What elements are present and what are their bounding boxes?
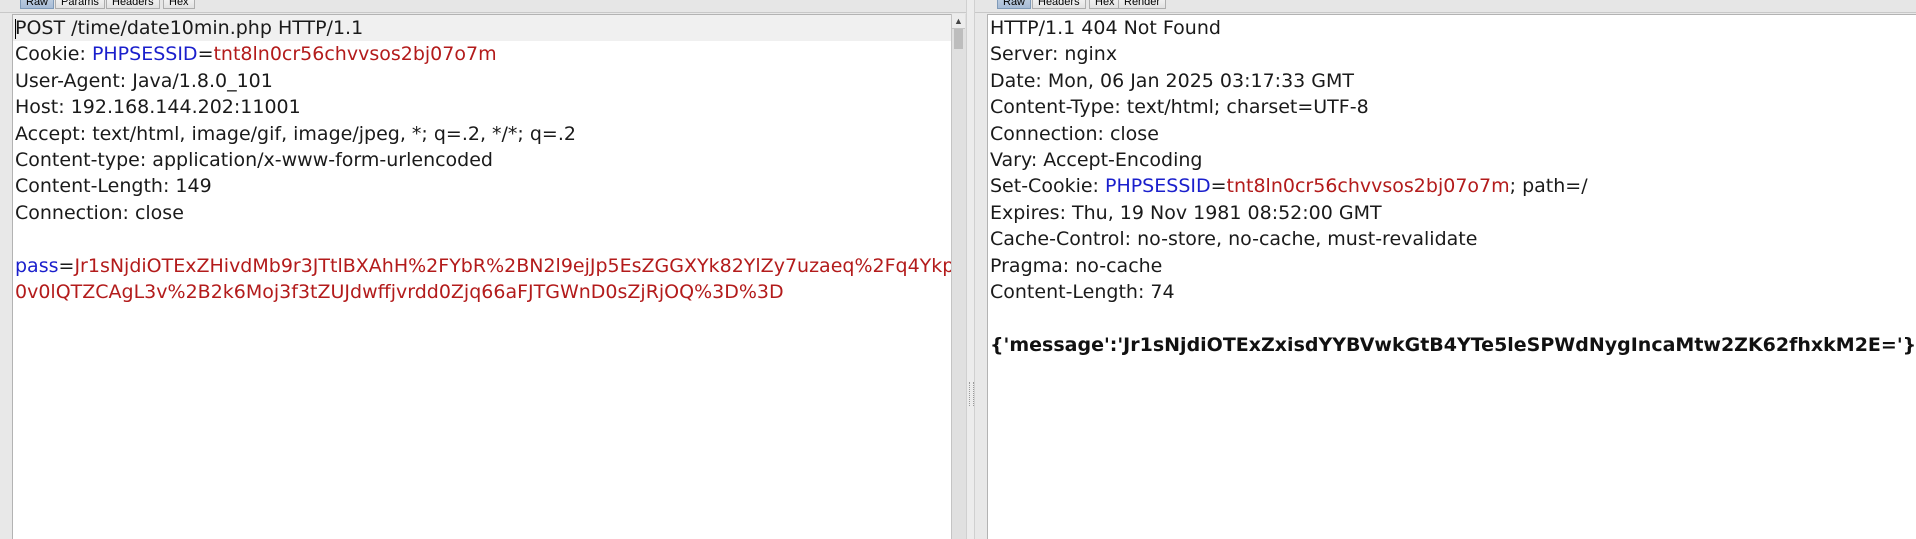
request-tab-bar: Raw Params Headers Hex [0, 0, 966, 13]
request-header: Host: 192.168.144.202:11001 [15, 96, 301, 119]
request-body-line-1: pass=Jr1sNjdiOTExZHivdMb9r3JTtlBXAhH%2FY… [15, 254, 969, 277]
request-tab-raw[interactable]: Raw [20, 0, 55, 9]
response-header: Cache-Control: no-store, no-cache, must-… [990, 228, 1478, 251]
request-header: User-Agent: Java/1.8.0_101 [15, 69, 273, 92]
response-tab-raw[interactable]: Raw [997, 0, 1032, 9]
response-header: Vary: Accept-Encoding [990, 148, 1203, 171]
body-param-name: pass [15, 254, 59, 277]
cookie-name: PHPSESSID [91, 43, 198, 66]
request-line: POST /time/date10min.php HTTP/1.1 [13, 15, 952, 42]
split-pane-divider[interactable] [966, 0, 975, 539]
response-status-line: HTTP/1.1 404 Not Found [990, 17, 1221, 39]
request-tab-headers[interactable]: Headers [106, 0, 160, 9]
cookie-name: PHPSESSID [1104, 175, 1211, 198]
request-header: Connection: close [15, 201, 184, 224]
request-tab-params[interactable]: Params [55, 0, 105, 9]
response-header: Content-Type: text/html; charset=UTF-8 [990, 96, 1369, 119]
response-tab-render[interactable]: Render [1118, 0, 1167, 9]
body-param-value: Jr1sNjdiOTExZHivdMb9r3JTtlBXAhH%2FYbR%2B… [74, 254, 969, 277]
divider-grip-icon[interactable] [969, 382, 974, 406]
request-header: Content-type: application/x-www-form-url… [15, 148, 493, 171]
response-body: {'message':'Jr1sNjdiOTExZxisdYYBVwkGtB4Y… [990, 333, 1916, 356]
scroll-up-arrow-icon[interactable]: ▲ [952, 14, 965, 29]
response-set-cookie-header: Set-Cookie: PHPSESSID=tnt8ln0cr56chvvsos… [990, 175, 1588, 198]
request-header: Content-Length: 149 [15, 175, 212, 198]
request-tab-hex[interactable]: Hex [163, 0, 195, 9]
response-tab-bar: Raw Headers Hex Render [975, 0, 1916, 13]
scrollbar-thumb[interactable] [954, 29, 963, 49]
response-pane: Raw Headers Hex Render HTTP/1.1 404 Not … [975, 0, 1916, 539]
response-tab-hex[interactable]: Hex [1089, 0, 1121, 9]
response-header: Connection: close [990, 122, 1159, 145]
response-tab-headers[interactable]: Headers [1032, 0, 1086, 9]
request-editor[interactable]: POST /time/date10min.php HTTP/1.1 Cookie… [12, 14, 969, 539]
request-pane: Raw Params Headers Hex POST /time/date10… [0, 0, 969, 539]
request-cookie-header: Cookie: PHPSESSID=tnt8ln0cr56chvvsos2bj0… [15, 43, 497, 66]
request-body-line-2: 0v0lQTZCAgL3v%2B2k6Moj3f3tZUJdwffjvrdd0Z… [15, 280, 784, 303]
response-header: Pragma: no-cache [990, 254, 1163, 277]
response-header: Server: nginx [990, 43, 1118, 66]
cookie-value: tnt8ln0cr56chvvsos2bj07o7m [1226, 175, 1510, 198]
response-header: Expires: Thu, 19 Nov 1981 08:52:00 GMT [990, 201, 1382, 224]
request-scrollbar[interactable]: ▲ [951, 14, 966, 539]
request-header: Accept: text/html, image/gif, image/jpeg… [15, 122, 576, 145]
response-header: Content-Length: 74 [990, 280, 1175, 303]
cookie-value: tnt8ln0cr56chvvsos2bj07o7m [213, 43, 497, 66]
response-editor[interactable]: HTTP/1.1 404 Not Found Server: nginx Dat… [987, 14, 1916, 539]
response-header: Date: Mon, 06 Jan 2025 03:17:33 GMT [990, 69, 1355, 92]
